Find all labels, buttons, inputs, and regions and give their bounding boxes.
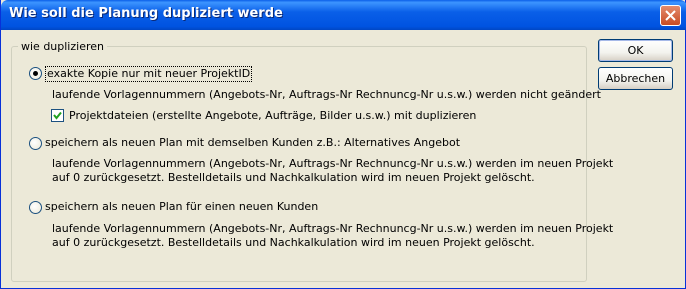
cancel-button[interactable]: Abbrechen (598, 67, 673, 90)
dialog-window: Wie soll die Planung dupliziert werde wi… (0, 0, 686, 289)
option-same-customer-description-line2: auf 0 zurückgesetzt. Bestelldetails und … (52, 171, 535, 184)
radio-exact-copy[interactable] (29, 67, 42, 80)
option-exact-copy-description: laufende Vorlagennummern (Angebots-Nr, A… (52, 88, 601, 101)
checkbox-label[interactable]: Projektdateien (erstellte Angebote, Auft… (69, 109, 476, 123)
close-button[interactable] (660, 5, 681, 26)
option-new-customer-description-line1: laufende Vorlagennummern (Angebots-Nr, A… (52, 222, 614, 235)
radio-selected-dot (33, 71, 38, 76)
window-title: Wie soll die Planung dupliziert werde (9, 6, 283, 21)
option-same-customer-description-line1: laufende Vorlagennummern (Angebots-Nr, A… (52, 157, 614, 170)
option-new-customer-label[interactable]: speichern als neuen Plan für einen neuen… (45, 200, 318, 214)
radio-new-customer[interactable] (29, 201, 42, 214)
ok-button[interactable]: OK (598, 39, 673, 62)
radio-same-customer[interactable] (29, 137, 42, 150)
dialog-body: wie duplizieren exakte Kopie nur mit neu… (1, 30, 685, 288)
option-same-customer-label[interactable]: speichern als neuen Plan mit demselben K… (45, 136, 460, 150)
group-label: wie duplizieren (21, 40, 104, 53)
close-icon (665, 10, 676, 21)
checkbox-duplicate-project-files[interactable] (51, 109, 64, 122)
option-new-customer-description-line2: auf 0 zurückgesetzt. Bestelldetails und … (52, 236, 535, 249)
checkmark-icon (53, 111, 62, 120)
title-bar[interactable]: Wie soll die Planung dupliziert werde (1, 0, 686, 30)
option-exact-copy-label[interactable]: exakte Kopie nur mit neuer ProjektID (45, 66, 253, 82)
